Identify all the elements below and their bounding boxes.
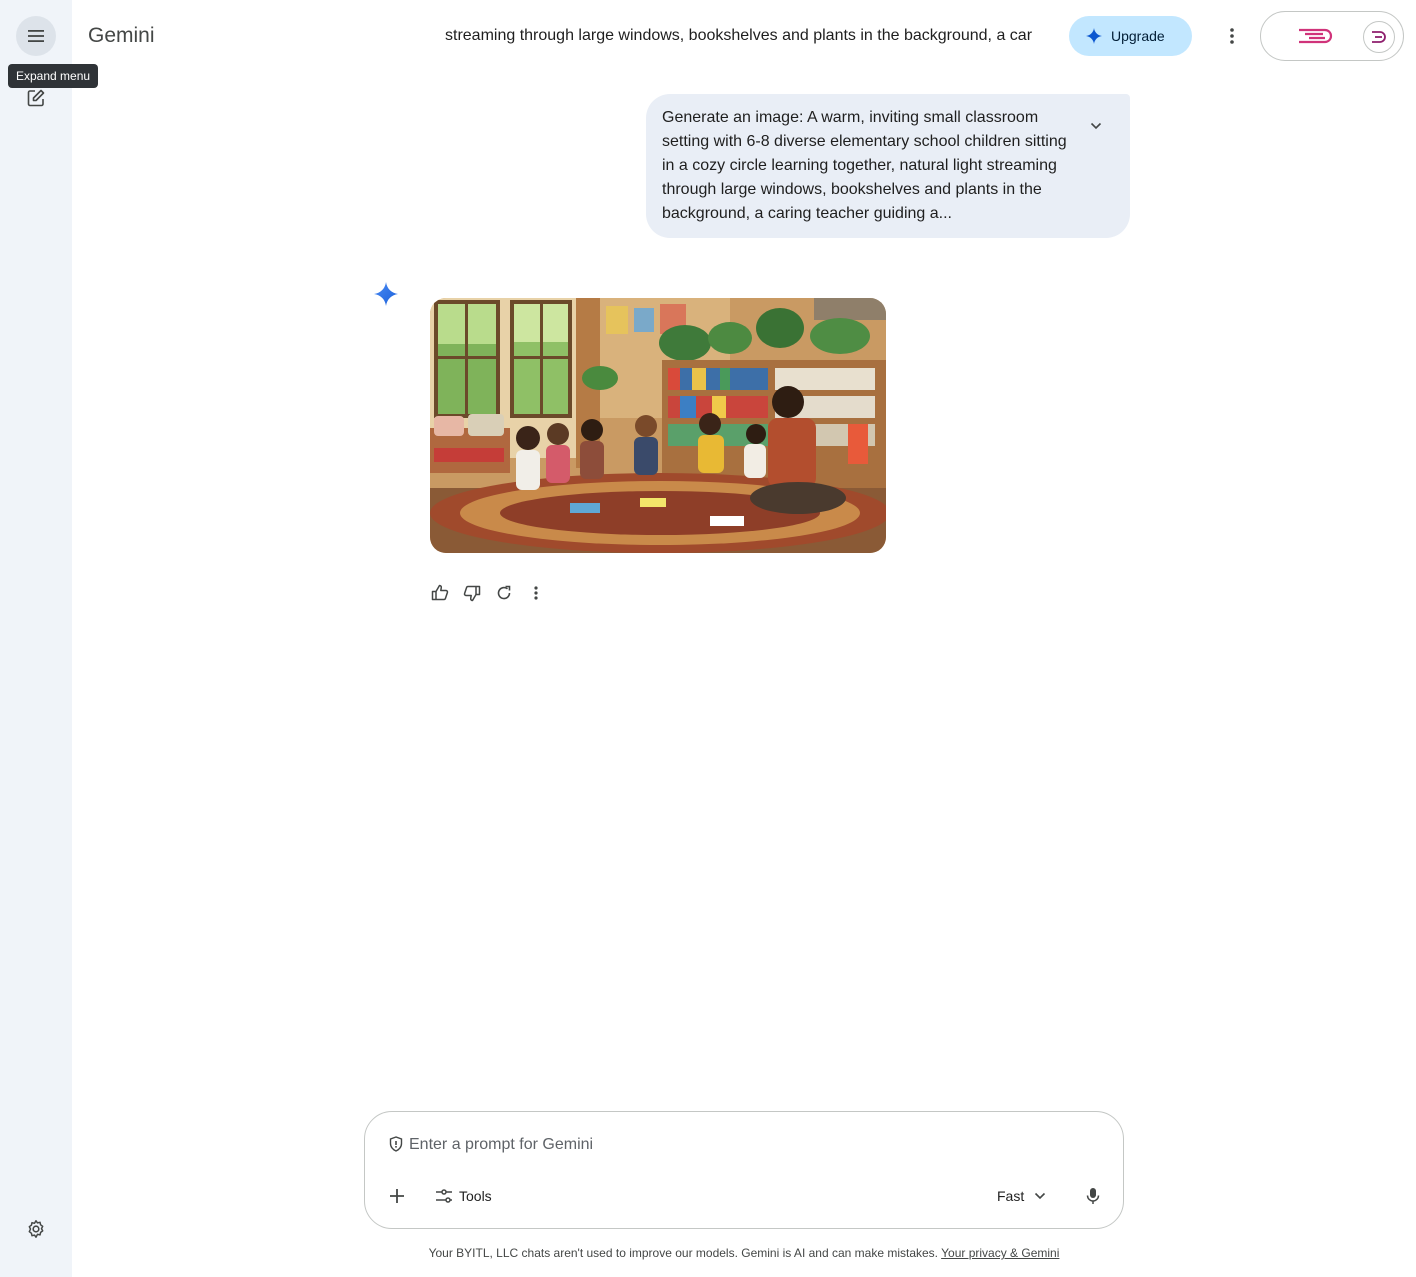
avatar-logo-icon xyxy=(1372,31,1386,43)
chevron-down-icon xyxy=(1090,122,1102,130)
gemini-app: Expand menu Gemini streaming through lar… xyxy=(0,0,1416,1277)
upgrade-label: Upgrade xyxy=(1111,28,1165,44)
expand-menu-button[interactable] xyxy=(16,16,56,56)
privacy-link[interactable]: Your privacy & Gemini xyxy=(941,1246,1059,1260)
thumb-down-icon xyxy=(463,585,481,602)
plus-icon xyxy=(390,1189,404,1203)
tools-button[interactable]: Tools xyxy=(435,1184,492,1208)
brand-logo xyxy=(1299,28,1333,44)
gear-icon xyxy=(28,1220,44,1238)
thumbs-down-button[interactable] xyxy=(460,581,484,605)
menu-icon xyxy=(28,30,44,42)
shield-icon xyxy=(389,1136,403,1152)
thumb-up-icon xyxy=(431,584,449,601)
model-selector[interactable]: Fast xyxy=(997,1184,1046,1208)
redo-icon xyxy=(497,585,511,600)
new-chat-button[interactable] xyxy=(24,86,48,110)
sidebar: Expand menu xyxy=(0,0,99,1277)
classroom-illustration xyxy=(430,298,886,553)
generated-image[interactable] xyxy=(430,298,886,553)
response-actions xyxy=(428,581,556,605)
user-message-text: Generate an image: A warm, inviting smal… xyxy=(662,109,1067,222)
response-more-button[interactable] xyxy=(524,581,548,605)
edit-square-icon xyxy=(27,89,45,107)
prompt-input[interactable] xyxy=(409,1133,1089,1157)
chevron-down-icon xyxy=(1035,1192,1046,1200)
more-vert-icon xyxy=(534,586,538,600)
chat-title[interactable]: streaming through large windows, bookshe… xyxy=(445,24,1070,48)
settings-button[interactable] xyxy=(24,1217,48,1241)
gemini-spark-icon xyxy=(374,282,398,306)
expand-message-button[interactable] xyxy=(1084,114,1108,138)
mic-icon xyxy=(1086,1188,1100,1204)
model-label: Fast xyxy=(997,1188,1025,1204)
prompt-box: Tools Fast xyxy=(364,1111,1124,1229)
microphone-button[interactable] xyxy=(1081,1184,1105,1208)
expand-menu-tooltip: Expand menu xyxy=(8,64,99,88)
avatar[interactable] xyxy=(1363,21,1395,53)
thumbs-up-button[interactable] xyxy=(428,581,452,605)
user-message-bubble: Generate an image: A warm, inviting smal… xyxy=(646,94,1130,238)
redo-button[interactable] xyxy=(492,581,516,605)
tune-icon xyxy=(436,1189,452,1203)
disclaimer-text: Your BYITL, LLC chats aren't used to imp… xyxy=(428,1246,938,1260)
tools-label: Tools xyxy=(459,1188,492,1204)
account-switcher[interactable] xyxy=(1260,11,1404,61)
upgrade-button[interactable]: Upgrade xyxy=(1069,16,1192,56)
spark-icon xyxy=(1086,28,1102,44)
more-options-button[interactable] xyxy=(1216,20,1248,52)
app-title[interactable]: Gemini xyxy=(88,22,155,50)
disclaimer: Your BYITL, LLC chats aren't used to imp… xyxy=(364,1245,1124,1261)
add-files-button[interactable] xyxy=(385,1184,409,1208)
more-vert-icon xyxy=(1230,28,1234,44)
